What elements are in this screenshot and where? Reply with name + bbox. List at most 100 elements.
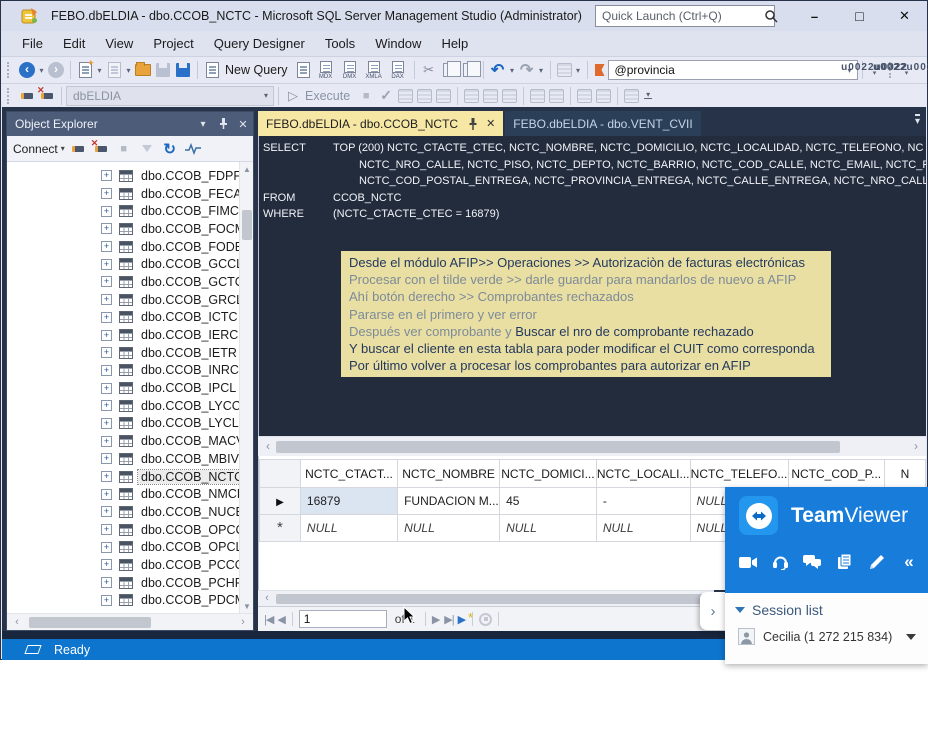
paste-button[interactable]: [459, 59, 479, 81]
tree-item[interactable]: dbo.CCOB_FDPF: [7, 167, 239, 185]
expand-icon[interactable]: [101, 365, 112, 376]
expand-icon[interactable]: [101, 206, 112, 217]
scroll-down-icon[interactable]: [240, 599, 253, 613]
filter-button[interactable]: [137, 139, 157, 159]
expand-icon[interactable]: [101, 312, 112, 323]
close-button[interactable]: [882, 1, 927, 31]
object-explorer-header[interactable]: Object Explorer: [7, 112, 253, 136]
redo-caret[interactable]: [537, 66, 546, 75]
expand-icon[interactable]: [101, 471, 112, 482]
grid-cell[interactable]: FUNDACION M...: [398, 488, 500, 515]
menu-query-designer[interactable]: Query Designer: [205, 33, 314, 54]
parse-button[interactable]: [376, 85, 396, 107]
column-header[interactable]: NCTC_TELEFO...: [690, 460, 788, 488]
column-header[interactable]: NCTC_DOMICI...: [500, 460, 597, 488]
minimize-button[interactable]: [792, 1, 837, 31]
save-all-button[interactable]: [173, 59, 193, 81]
next-record-button[interactable]: [432, 613, 440, 626]
editor-horizontal-scrollbar[interactable]: [258, 436, 926, 456]
scrollbar-thumb[interactable]: [29, 617, 151, 628]
menu-project[interactable]: Project: [144, 33, 202, 54]
cancel-query-button[interactable]: [356, 85, 376, 107]
dax-query-button[interactable]: DAX: [386, 61, 410, 80]
previous-record-button[interactable]: [277, 613, 285, 626]
expand-icon[interactable]: [101, 595, 112, 606]
grid-horizontal-scrollbar[interactable]: [258, 590, 714, 606]
open-file-button[interactable]: [133, 59, 153, 81]
expand-icon[interactable]: [101, 559, 112, 570]
pin-icon[interactable]: [213, 117, 233, 132]
scroll-right-icon[interactable]: [235, 614, 251, 630]
double-quote-button-2[interactable]: [899, 64, 915, 77]
scroll-up-icon[interactable]: [240, 162, 253, 176]
copy-button[interactable]: [439, 59, 459, 81]
chat-icon[interactable]: [801, 553, 823, 571]
tree-item[interactable]: dbo.CCOB_IETR: [7, 344, 239, 362]
tree-item-selected[interactable]: dbo.CCOB_NCTC: [7, 468, 239, 486]
connect-button-label[interactable]: Connect: [13, 142, 58, 156]
tree-item[interactable]: dbo.CCOB_IPCL: [7, 379, 239, 397]
teamviewer-collapse-flap[interactable]: [700, 592, 726, 630]
quick-launch-input[interactable]: [596, 9, 763, 23]
grid-cell[interactable]: 45: [500, 488, 597, 515]
connect-button[interactable]: [17, 85, 37, 107]
tree-item[interactable]: dbo.CCOB_LYCL: [7, 415, 239, 433]
expand-icon[interactable]: [101, 347, 112, 358]
execute-button[interactable]: [283, 85, 303, 107]
expand-icon[interactable]: [101, 330, 112, 341]
redo-button[interactable]: [517, 59, 537, 81]
tree-item[interactable]: dbo.CCOB_GCCL: [7, 255, 239, 273]
expand-icon[interactable]: [101, 524, 112, 535]
collapse-icon[interactable]: [898, 553, 920, 571]
provincia-combobox[interactable]: @provincia: [608, 60, 858, 80]
panel-menu-icon[interactable]: [193, 119, 213, 130]
tree-item[interactable]: dbo.CCOB_NMCB: [7, 485, 239, 503]
tree-horizontal-scrollbar[interactable]: [7, 613, 253, 630]
scroll-left-icon[interactable]: [260, 591, 274, 605]
column-header[interactable]: N: [884, 460, 925, 488]
tree-item[interactable]: dbo.CCOB_PCHP: [7, 574, 239, 592]
scroll-left-icon[interactable]: [9, 614, 25, 630]
tab-ccob-nctc[interactable]: FEBO.dbELDIA - dbo.CCOB_NCTC: [258, 111, 503, 136]
expand-icon[interactable]: [101, 506, 112, 517]
expand-icon[interactable]: [101, 436, 112, 447]
record-position-input[interactable]: [299, 610, 387, 628]
navigate-back-button[interactable]: [17, 59, 37, 81]
live-stats-icon[interactable]: [436, 89, 451, 103]
menu-window[interactable]: Window: [366, 33, 430, 54]
oe-disconnect-button[interactable]: ✕: [91, 139, 111, 159]
current-row-selector[interactable]: [260, 488, 301, 515]
tree-item[interactable]: dbo.CCOB_FECA: [7, 185, 239, 203]
grid-cell[interactable]: NULL: [300, 515, 397, 542]
execution-plan-icon[interactable]: [417, 89, 432, 103]
expand-icon[interactable]: [101, 577, 112, 588]
indent-button[interactable]: [596, 89, 611, 103]
row-selector-header[interactable]: [260, 460, 301, 488]
session-list-header[interactable]: Session list: [725, 593, 928, 618]
expand-icon[interactable]: [101, 188, 112, 199]
grid-cell[interactable]: -: [596, 488, 690, 515]
audio-call-icon[interactable]: [769, 553, 791, 571]
expand-icon[interactable]: [101, 170, 112, 181]
connect-caret-icon[interactable]: [61, 144, 65, 153]
quick-launch-box[interactable]: [595, 5, 775, 27]
tree-item[interactable]: dbo.CCOB_MACV: [7, 432, 239, 450]
oe-stop-button[interactable]: [114, 139, 134, 159]
sql-editor[interactable]: SELECTTOP (200) NCTC_CTACTE_CTEC, NCTC_N…: [258, 136, 926, 436]
database-engine-query-button[interactable]: [294, 59, 314, 81]
add-new-record-button[interactable]: [458, 613, 466, 626]
oe-connect-button[interactable]: [68, 139, 88, 159]
menu-file[interactable]: File: [13, 33, 52, 54]
undo-button[interactable]: [488, 59, 508, 81]
tree-item[interactable]: dbo.CCOB_PCCO: [7, 556, 239, 574]
grid-cell[interactable]: NULL: [500, 515, 597, 542]
toolbar-overflow-button[interactable]: [641, 92, 655, 99]
expand-icon[interactable]: [101, 453, 112, 464]
expand-icon[interactable]: [101, 223, 112, 234]
column-header[interactable]: NCTC_COD_P...: [788, 460, 884, 488]
expand-icon[interactable]: [101, 418, 112, 429]
results-text-icon[interactable]: [464, 89, 479, 103]
tree-item[interactable]: dbo.CCOB_GCTC: [7, 273, 239, 291]
navigate-forward-button[interactable]: [46, 59, 66, 81]
scrollbar-thumb[interactable]: [242, 210, 252, 240]
